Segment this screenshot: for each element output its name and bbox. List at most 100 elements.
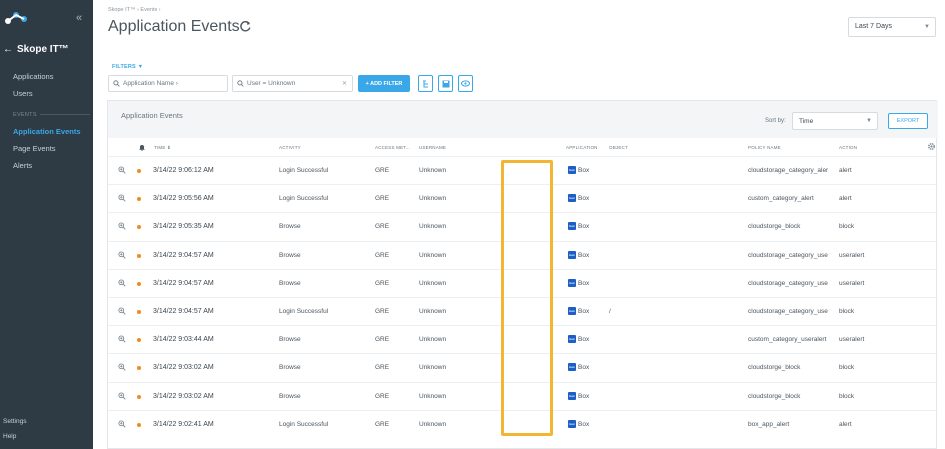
breadcrumb[interactable]: Skope IT™ › Events › <box>108 7 161 13</box>
cell-object: / <box>609 308 611 315</box>
column-header-username[interactable]: USERNAME <box>419 145 446 150</box>
cell-application[interactable]: Box <box>578 252 589 259</box>
cell-policy-name: custom_category_useralert <box>748 336 827 344</box>
cell-action: block <box>839 392 855 400</box>
cell-activity: Login Successful <box>279 167 329 174</box>
sidebar-item-help[interactable]: Help <box>3 433 16 440</box>
cell-policy-name: cloudstorge_block <box>748 364 801 372</box>
column-header-activity[interactable]: ACTIVITY <box>279 145 301 150</box>
zoom-icon[interactable] <box>118 363 126 372</box>
cell-application[interactable]: Box <box>578 167 589 174</box>
cell-access-method: GRE <box>375 279 390 287</box>
column-header-policy-name[interactable]: POLICY NAME <box>748 145 781 150</box>
cell-policy-name: cloudstorage_category_use <box>748 251 828 259</box>
refresh-icon[interactable] <box>239 20 252 33</box>
filter-tree-button[interactable] <box>418 75 433 92</box>
zoom-icon[interactable] <box>118 392 126 400</box>
zoom-icon[interactable] <box>118 279 126 287</box>
back-arrow-icon: ← <box>3 44 13 55</box>
user-filter[interactable]: User = Unknown ✕ <box>232 75 353 92</box>
cell-action: useralert <box>839 279 865 287</box>
cell-time: 3/14/22 9:04:57 AM <box>153 308 214 315</box>
column-header-application[interactable]: APPLICATION <box>566 145 598 150</box>
sidebar-item-page-events[interactable]: Page Events <box>13 144 56 153</box>
search-icon <box>237 80 244 87</box>
panel-title: Application Events <box>121 111 183 120</box>
filters-toggle[interactable]: FILTERS ▼ <box>112 64 143 70</box>
zoom-icon[interactable] <box>118 194 126 202</box>
zoom-icon[interactable] <box>118 307 126 315</box>
status-dot <box>137 169 141 173</box>
save-filter-button[interactable] <box>438 75 453 92</box>
sidebar-item-alerts[interactable]: Alerts <box>13 161 32 170</box>
sort-select[interactable]: Time ▼ <box>792 112 878 130</box>
cell-access-method: GRE <box>375 167 390 174</box>
main-content: Skope IT™ › Events › Application Events … <box>93 0 945 449</box>
column-header-action[interactable]: ACTION <box>839 145 857 150</box>
cell-time: 3/14/22 9:02:41 AM <box>153 420 214 428</box>
application-name-filter[interactable]: Application Name › <box>108 75 228 92</box>
status-dot <box>137 253 141 258</box>
box-app-icon: box <box>568 307 576 315</box>
tenant-switcher[interactable]: ← Skope IT™ <box>3 44 69 55</box>
sidebar-item-users[interactable]: Users <box>13 89 33 98</box>
column-header-time[interactable]: TIME ⬇ <box>154 145 171 151</box>
sort-value: Time <box>799 118 814 125</box>
cell-access-method: GRE <box>375 364 390 372</box>
user-filter-value: User = Unknown <box>247 80 296 87</box>
bell-icon <box>139 145 145 151</box>
zoom-icon[interactable] <box>118 222 126 231</box>
cell-application[interactable]: Box <box>578 195 589 202</box>
cell-application[interactable]: Box <box>578 280 589 287</box>
cell-policy-name: custom_category_alert <box>748 195 814 203</box>
cell-policy-name: cloudstorage_category_use <box>748 308 828 315</box>
cell-activity: Login Successful <box>279 308 329 315</box>
cell-time: 3/14/22 9:03:44 AM <box>153 336 214 344</box>
cell-access-method: GRE <box>375 336 390 344</box>
username-column-highlight <box>501 160 553 436</box>
box-app-icon: box <box>568 363 576 372</box>
zoom-icon[interactable] <box>118 251 126 259</box>
cell-application[interactable]: Box <box>578 308 589 315</box>
cell-username: Unknown <box>419 251 447 259</box>
app-root: « ← Skope IT™ Applications Users EVENTS … <box>0 0 945 449</box>
cell-policy-name: cloudstorage_category_aler <box>748 167 829 174</box>
cell-action: useralert <box>839 336 865 344</box>
date-range-select[interactable]: Last 7 Days ▼ <box>848 17 936 37</box>
sidebar-item-application-events[interactable]: Application Events <box>13 127 81 136</box>
cell-application[interactable]: Box <box>578 336 589 343</box>
cell-activity: Browse <box>279 251 301 259</box>
eye-icon <box>461 80 470 87</box>
zoom-icon[interactable] <box>118 335 126 343</box>
cell-time: 3/14/22 9:04:57 AM <box>153 251 214 259</box>
cell-action: block <box>839 308 855 315</box>
column-header-object[interactable]: OBJECT <box>609 145 628 150</box>
column-header-access-method[interactable]: ACCESS MET... <box>375 145 410 150</box>
clear-filter-icon[interactable]: ✕ <box>342 80 347 87</box>
zoom-icon[interactable] <box>118 420 126 428</box>
add-filter-button[interactable]: + ADD FILTER <box>358 75 410 92</box>
gear-icon[interactable] <box>927 142 936 151</box>
collapse-icon[interactable]: « <box>76 12 82 24</box>
cell-username: Unknown <box>419 195 447 203</box>
cell-access-method: GRE <box>375 251 390 259</box>
cell-application[interactable]: Box <box>578 393 589 400</box>
cell-username: Unknown <box>419 392 447 400</box>
export-button[interactable]: EXPORT <box>888 113 928 129</box>
cell-time: 3/14/22 9:04:57 AM <box>153 279 214 287</box>
sidebar-item-applications[interactable]: Applications <box>13 72 53 81</box>
sidebar-section-events: EVENTS <box>13 112 37 118</box>
cell-policy-name: cloudstorge_block <box>748 223 801 231</box>
logo-icon[interactable] <box>4 10 28 26</box>
view-filter-button[interactable] <box>458 75 473 92</box>
cell-application[interactable]: Box <box>578 223 589 230</box>
cell-activity: Browse <box>279 364 301 372</box>
sidebar-item-settings[interactable]: Settings <box>3 418 27 425</box>
cell-access-method: GRE <box>375 392 390 400</box>
cell-application[interactable]: Box <box>578 421 589 428</box>
chevron-down-icon: ▼ <box>924 24 930 30</box>
search-icon <box>113 80 120 87</box>
status-dot <box>137 366 141 371</box>
zoom-icon[interactable] <box>118 166 126 174</box>
cell-application[interactable]: Box <box>578 364 589 371</box>
